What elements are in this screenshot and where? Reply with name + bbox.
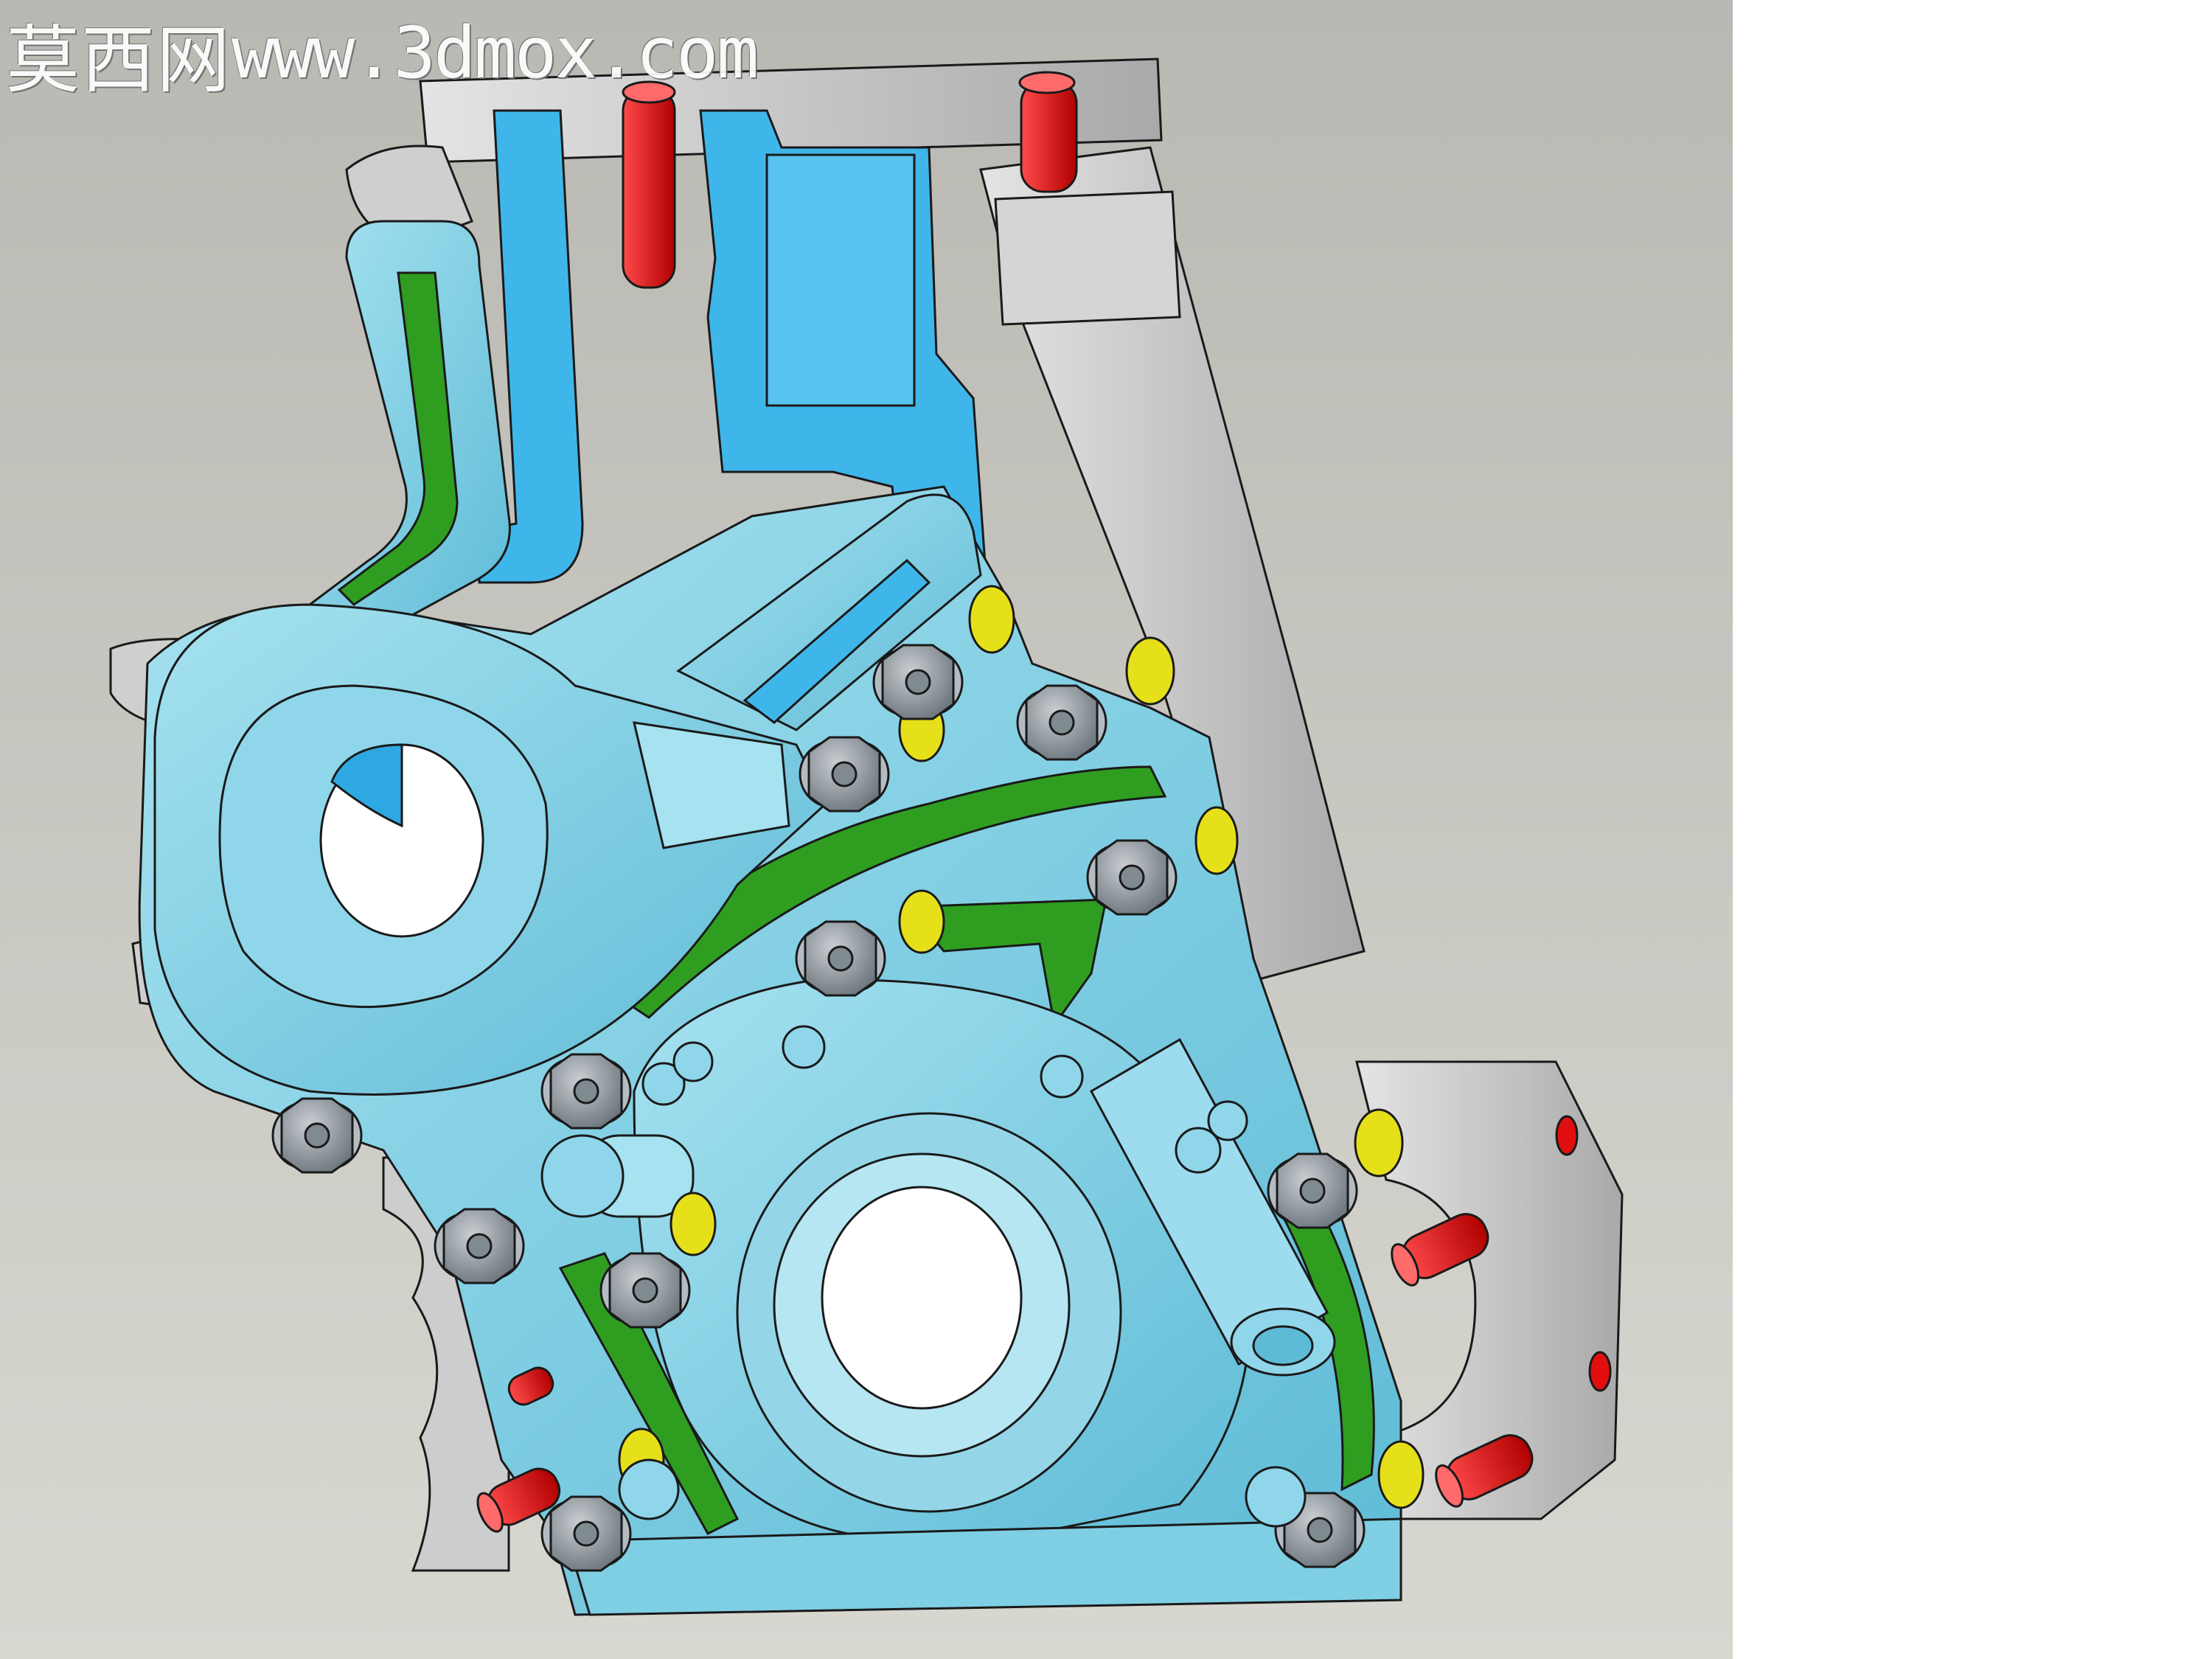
cad-viewport: 莫西网 www.3dmox.com <box>0 0 1733 1659</box>
watermark-url: www.3dmox.com <box>232 12 759 94</box>
watermark-site-name: 莫西网 <box>6 16 232 103</box>
blank-margin <box>1733 0 2212 1659</box>
engine-front-cover-render <box>0 0 1733 1659</box>
watermark: 莫西网 www.3dmox.com <box>6 9 759 103</box>
